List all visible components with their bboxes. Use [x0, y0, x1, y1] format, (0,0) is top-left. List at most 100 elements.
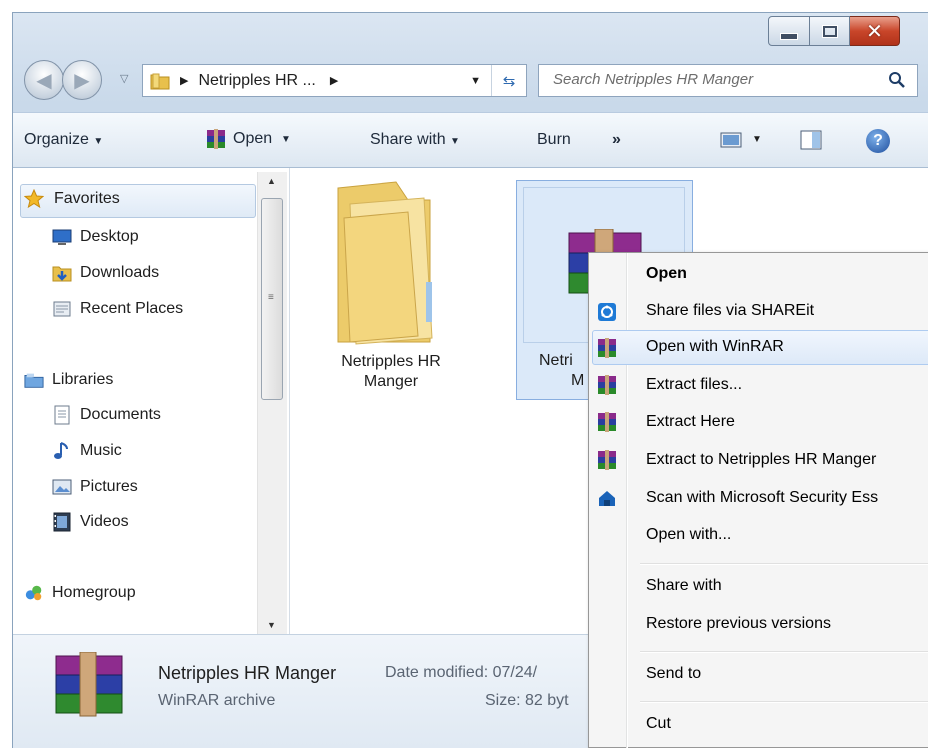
ctx-open-with-winrar[interactable]: Open with WinRAR — [646, 338, 784, 356]
view-dropdown-icon[interactable]: ▼ — [752, 134, 762, 145]
arrow-left-icon: ◀ — [36, 69, 52, 92]
desktop-icon — [52, 227, 72, 247]
recent-pages-dropdown-icon[interactable]: ▽ — [120, 72, 128, 85]
close-button[interactable]: ✕ — [850, 16, 900, 46]
ctx-share-shareit[interactable]: Share files via SHAREit — [646, 302, 814, 320]
context-menu-gutter — [626, 253, 628, 748]
breadcrumb-folder[interactable]: Netripples HR ... — [198, 72, 315, 90]
more-commands-button[interactable]: » — [612, 131, 621, 149]
details-file-type: WinRAR archive — [158, 692, 276, 709]
search-input[interactable]: Search Netripples HR Manger — [553, 71, 753, 88]
music-icon — [52, 441, 72, 461]
details-file-name: Netripples HR Manger — [158, 663, 337, 683]
sidebar-item-label: Recent Places — [80, 300, 184, 317]
refresh-icon[interactable]: ⇆ — [492, 72, 526, 90]
share-with-label: Share with — [370, 131, 446, 148]
sidebar-item-music[interactable]: Music — [52, 441, 122, 461]
winrar-icon — [596, 411, 618, 433]
scroll-down-icon[interactable]: ▼ — [267, 620, 276, 630]
sidebar-item-videos[interactable]: Videos — [52, 512, 129, 532]
large-folder-icon — [337, 181, 433, 345]
ctx-open[interactable]: Open — [646, 265, 687, 283]
security-essentials-icon — [596, 487, 618, 509]
sidebar-item-label: Downloads — [80, 264, 160, 281]
back-button[interactable]: ◀ — [24, 60, 64, 100]
folder-name-line: Netripples HR — [341, 353, 441, 370]
ctx-extract-here[interactable]: Extract Here — [646, 413, 735, 431]
menu-separator — [640, 701, 928, 703]
share-with-menu[interactable]: Share with ▼ — [370, 131, 460, 149]
minimize-button[interactable] — [768, 16, 810, 46]
help-icon[interactable]: ? — [866, 129, 890, 153]
scroll-up-icon[interactable]: ▲ — [267, 176, 276, 186]
ctx-cut[interactable]: Cut — [646, 715, 671, 733]
open-menu[interactable]: Open ▼ — [205, 128, 291, 150]
organize-menu[interactable]: Organize ▼ — [24, 131, 103, 149]
sidebar-item-label: Music — [80, 442, 122, 459]
folder-name-line: Manger — [363, 373, 419, 390]
star-icon — [24, 189, 44, 209]
ctx-scan-security[interactable]: Scan with Microsoft Security Ess — [646, 489, 878, 507]
shareit-icon — [596, 301, 618, 323]
search-icon[interactable] — [887, 70, 907, 90]
sidebar-item-label: Favorites — [54, 190, 120, 207]
chevron-down-icon: ▼ — [450, 136, 460, 147]
scroll-thumb[interactable]: ≡ — [261, 198, 283, 400]
ctx-extract-files[interactable]: Extract files... — [646, 376, 742, 394]
winrar-icon — [596, 374, 618, 396]
winrar-icon — [54, 651, 126, 718]
folder-icon — [150, 71, 170, 91]
preview-pane-icon[interactable] — [800, 130, 822, 150]
sidebar-item-homegroup[interactable]: Homegroup — [24, 583, 136, 603]
sidebar-item-recent-places[interactable]: Recent Places — [52, 299, 183, 319]
sidebar-item-label: Videos — [80, 513, 129, 530]
folder-item[interactable] — [326, 178, 446, 348]
winrar-icon — [596, 449, 618, 471]
burn-button[interactable]: Burn — [537, 131, 571, 149]
maximize-icon — [822, 25, 837, 37]
search-box[interactable]: Search Netripples HR Manger — [538, 64, 918, 97]
winrar-icon — [596, 337, 618, 359]
libraries-icon — [24, 370, 44, 390]
sidebar-item-label: Libraries — [52, 371, 114, 388]
open-label: Open — [233, 130, 273, 147]
breadcrumb-arrow-icon[interactable]: ▶ — [330, 74, 338, 87]
sidebar-item-favorites[interactable]: Favorites — [24, 189, 120, 209]
sidebar-item-documents[interactable]: Documents — [52, 405, 161, 425]
winrar-icon — [205, 128, 227, 150]
homegroup-icon — [24, 583, 44, 603]
breadcrumb-arrow-icon[interactable]: ▶ — [180, 74, 188, 87]
sidebar-item-pictures[interactable]: Pictures — [52, 477, 138, 497]
ctx-open-with[interactable]: Open with... — [646, 526, 731, 544]
sidebar-item-desktop[interactable]: Desktop — [52, 227, 139, 247]
sidebar-item-label: Pictures — [80, 478, 138, 495]
details-size: Size: 82 byt — [485, 692, 569, 709]
minimize-icon — [780, 32, 798, 40]
address-dropdown-icon[interactable]: ▼ — [470, 75, 481, 87]
recent-places-icon — [52, 299, 72, 319]
ctx-share-with[interactable]: Share with — [646, 577, 722, 595]
command-bar — [13, 112, 928, 168]
ctx-extract-to[interactable]: Extract to Netripples HR Manger — [646, 451, 876, 469]
sidebar-item-label: Desktop — [80, 228, 139, 245]
address-bar[interactable]: ▶ Netripples HR ... ▶ ▼ ⇆ — [142, 64, 527, 97]
grip-icon: ≡ — [268, 292, 274, 303]
videos-icon — [52, 512, 72, 532]
sidebar-item-label: Documents — [80, 406, 161, 423]
ctx-send-to[interactable]: Send to — [646, 665, 701, 683]
documents-icon — [52, 405, 72, 425]
change-view-icon[interactable] — [720, 132, 742, 148]
maximize-button[interactable] — [810, 16, 850, 46]
chevron-down-icon: ▼ — [281, 133, 291, 145]
ctx-restore-previous[interactable]: Restore previous versions — [646, 615, 831, 633]
sidebar-item-label: Homegroup — [52, 584, 136, 601]
details-date-modified: Date modified: 07/24/ — [385, 664, 538, 681]
folder-label[interactable]: Netripples HR Manger — [316, 352, 466, 392]
sidebar-item-downloads[interactable]: Downloads — [52, 263, 159, 283]
organize-label: Organize — [24, 131, 89, 148]
close-icon: ✕ — [866, 19, 883, 43]
chevron-down-icon: ▼ — [93, 136, 104, 147]
menu-separator — [640, 563, 928, 565]
sidebar-item-libraries[interactable]: Libraries — [24, 370, 113, 390]
forward-button[interactable]: ▶ — [62, 60, 102, 100]
